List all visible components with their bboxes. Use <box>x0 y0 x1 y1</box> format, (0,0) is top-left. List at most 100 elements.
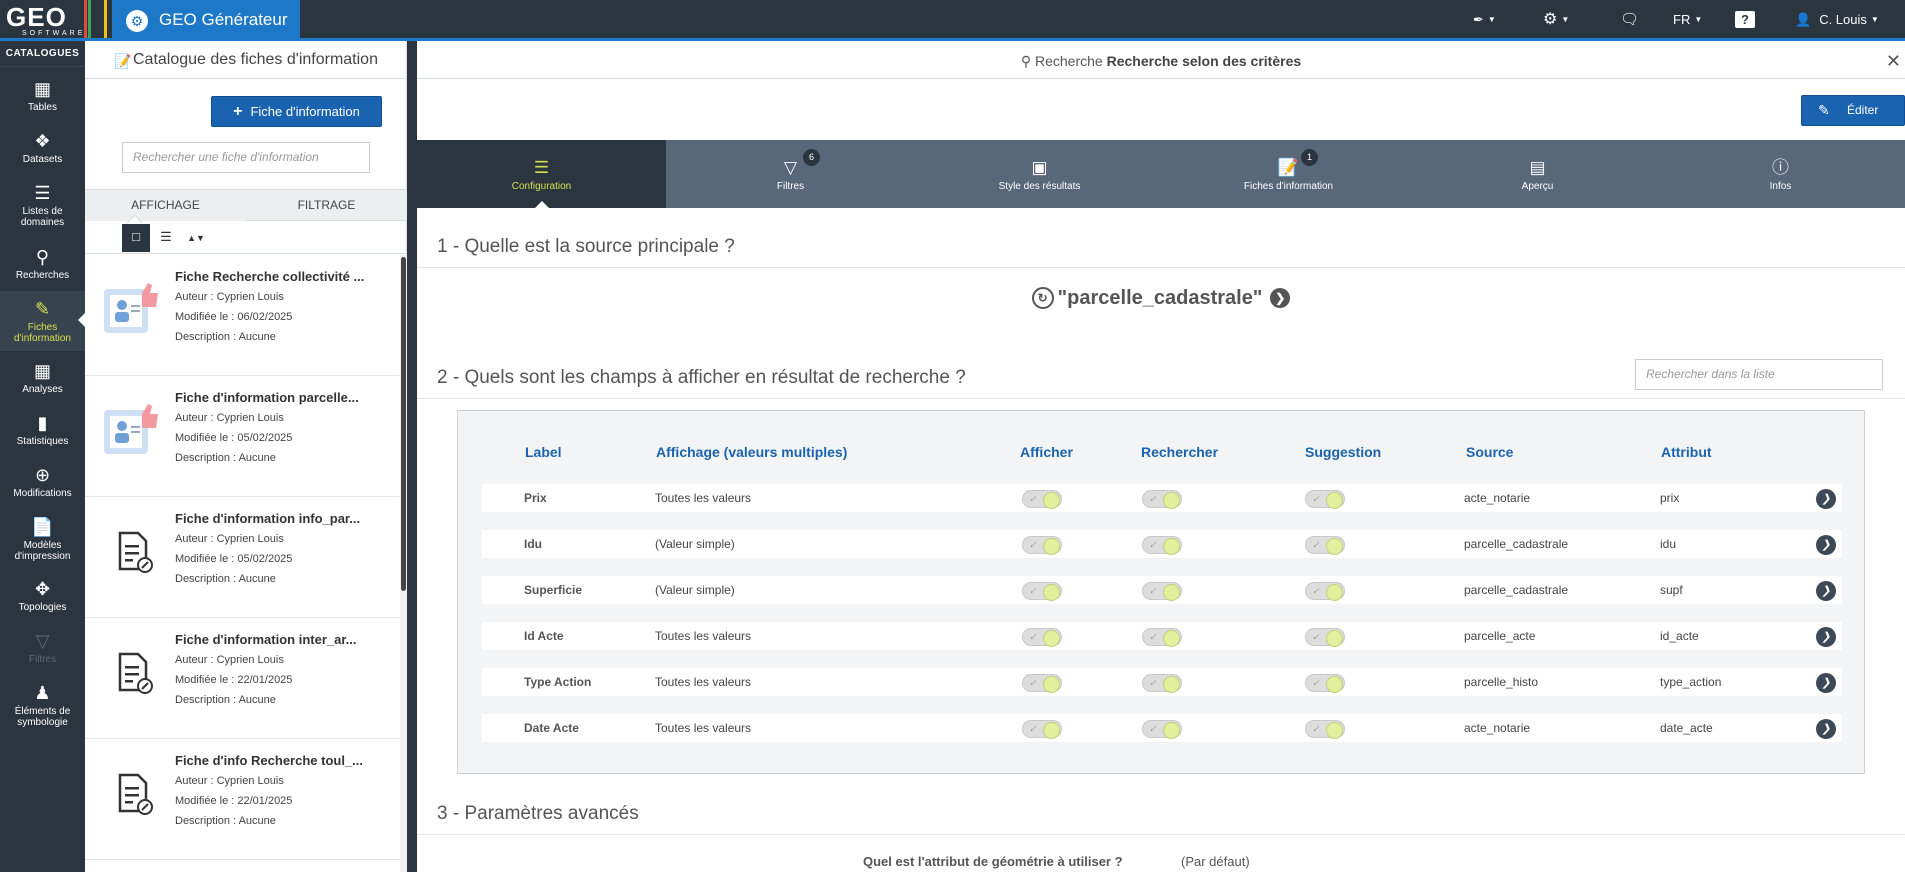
list-icon: ☰ <box>34 183 51 203</box>
nav-item-domain-lists[interactable]: ☰ Listes de domaines <box>0 183 85 228</box>
result-fields-table: Label Affichage (valeurs multiples) Affi… <box>457 410 1865 774</box>
step-info-sheets[interactable]: 📝 Fiches d'information 1 <box>1164 140 1413 208</box>
column-header-attribute: Attribut <box>1661 444 1712 460</box>
card-title: Fiche d'information parcelle... <box>175 390 359 405</box>
info-sheet-list: Fiche Recherche collectivité ... Auteur … <box>85 255 407 872</box>
card-description: Description : Aucune <box>175 694 276 706</box>
chevron-right-icon[interactable]: ❯ <box>1270 288 1291 308</box>
search-toggle[interactable] <box>1142 582 1182 601</box>
chevron-right-icon[interactable]: ❯ <box>1816 535 1836 555</box>
chevron-right-icon[interactable]: ❯ <box>1816 581 1836 601</box>
step-infos[interactable]: ⓘ Infos <box>1656 140 1905 208</box>
edit-button[interactable]: ✎ Éditer <box>1801 95 1905 126</box>
nav-item-symbology-elements[interactable]: ♟ Éléments de symbologie <box>0 683 85 728</box>
step-result-style[interactable]: ▣ Style des résultats <box>915 140 1164 208</box>
nav-item-info-sheets[interactable]: ✎ Fiches d'information <box>0 291 85 351</box>
catalogue-scrollbar[interactable] <box>400 255 407 872</box>
search-toggle[interactable] <box>1142 628 1182 647</box>
nav-item-modifications[interactable]: ⊕ Modifications <box>0 465 85 499</box>
search-toggle[interactable] <box>1142 674 1182 693</box>
chevron-right-icon[interactable]: ❯ <box>1816 673 1836 693</box>
nav-item-label: Datasets <box>22 154 63 165</box>
caret-down-icon: ▼ <box>1561 15 1570 24</box>
search-toggle[interactable] <box>1142 490 1182 509</box>
show-toggle[interactable] <box>1022 628 1062 647</box>
brush-menu-button[interactable]: ✒ ▼ <box>1473 0 1496 38</box>
info-sheet-card[interactable]: Fiche Recherche collectivité ... Auteur … <box>85 255 407 376</box>
info-sheet-card[interactable]: Fiche d'information parcelle... Auteur :… <box>85 376 407 497</box>
user-admin-menu-button[interactable]: ⚙ ▼ <box>1543 0 1569 38</box>
nav-item-label: Listes de domaines <box>20 206 65 228</box>
show-toggle[interactable] <box>1022 490 1062 509</box>
step-label: Aperçu <box>1521 181 1554 192</box>
table-row[interactable]: Idu (Valeur simple) parcelle_cadastrale … <box>482 530 1842 558</box>
step-preview[interactable]: ▤ Aperçu <box>1413 140 1662 208</box>
app-title[interactable]: ⚙ GEO Générateur <box>112 0 300 38</box>
sort-button[interactable]: ▲▼ <box>182 224 210 252</box>
chat-button[interactable]: 🗨 <box>1620 0 1639 38</box>
info-sheet-card[interactable]: Fiche d'info Recherche toul_... Auteur :… <box>85 739 407 860</box>
table-row[interactable]: Superficie (Valeur simple) parcelle_cada… <box>482 576 1842 604</box>
nav-item-datasets[interactable]: ❖ Datasets <box>0 131 85 165</box>
step-configuration[interactable]: ☰ Configuration <box>417 140 666 208</box>
show-toggle[interactable] <box>1022 674 1062 693</box>
chevron-right-icon[interactable]: ❯ <box>1816 719 1836 739</box>
pdf-icon: 📄 <box>31 517 54 537</box>
list-search-input[interactable]: Rechercher dans la liste <box>1635 359 1883 390</box>
tab-display[interactable]: AFFICHAGE <box>85 190 246 221</box>
step-filters[interactable]: ▽ Filtres 6 <box>666 140 915 208</box>
nav-item-statistics[interactable]: ▮ Statistiques <box>0 413 85 447</box>
chevron-right-icon[interactable]: ❯ <box>1816 489 1836 509</box>
nav-item-searches[interactable]: ⚲ Recherches <box>0 247 85 281</box>
sort-icon: ▲▼ <box>187 233 205 243</box>
list-view-button[interactable]: ☰ <box>152 224 180 252</box>
search-toggle[interactable] <box>1142 536 1182 555</box>
suggestion-toggle[interactable] <box>1305 720 1345 739</box>
card-view-button[interactable]: □ <box>122 224 150 252</box>
nav-item-print-templates[interactable]: 📄 Modèles d'impression <box>0 517 85 562</box>
nav-item-label: Tables <box>28 102 57 113</box>
card-author: Auteur : Cyprien Louis <box>175 654 284 666</box>
search-toggle[interactable] <box>1142 720 1182 739</box>
suggestion-toggle[interactable] <box>1305 536 1345 555</box>
info-sheet-search-input[interactable]: Rechercher une fiche d'information <box>122 142 370 173</box>
suggestion-toggle[interactable] <box>1305 628 1345 647</box>
table-row[interactable]: Type Action Toutes les valeurs parcelle_… <box>482 668 1842 696</box>
nav-item-topologies[interactable]: ✥ Topologies <box>0 579 85 613</box>
show-toggle[interactable] <box>1022 582 1062 601</box>
column-header-source: Source <box>1466 444 1514 460</box>
nav-item-label: Topologies <box>18 602 67 613</box>
suggestion-toggle[interactable] <box>1305 490 1345 509</box>
geo-logo[interactable]: GEO SOFTWARE <box>6 4 82 37</box>
help-button[interactable]: ? <box>1735 0 1755 38</box>
card-title: Fiche d'information inter_ar... <box>175 632 357 647</box>
scrollbar-thumb[interactable] <box>401 257 406 591</box>
nav-item-analyses[interactable]: ▦ Analyses <box>0 361 85 395</box>
user-menu-button[interactable]: 👤 C. Louis ▼ <box>1795 0 1879 38</box>
tab-filter[interactable]: FILTRAGE <box>246 190 407 221</box>
field-source: parcelle_acte <box>1464 629 1536 643</box>
language-label: FR <box>1673 12 1691 27</box>
panel-divider[interactable] <box>407 41 417 872</box>
suggestion-toggle[interactable] <box>1305 582 1345 601</box>
nav-item-tables[interactable]: ▦ Tables <box>0 79 85 113</box>
close-icon[interactable]: ✕ <box>1886 41 1901 81</box>
suggestion-toggle[interactable] <box>1305 674 1345 693</box>
header-title: Recherche selon des critères <box>1106 53 1302 69</box>
show-toggle[interactable] <box>1022 720 1062 739</box>
stamp-icon: ♟ <box>34 683 51 703</box>
language-menu-button[interactable]: FR ▼ <box>1673 0 1702 38</box>
chevron-right-icon[interactable]: ❯ <box>1816 627 1836 647</box>
info-sheet-card[interactable]: Fiche d'information inter_ar... Auteur :… <box>85 618 407 739</box>
info-sheet-card[interactable]: Fiche d'information info_par... Auteur :… <box>85 497 407 618</box>
new-info-sheet-button[interactable]: + Fiche d'information <box>211 96 382 127</box>
table-row[interactable]: Prix Toutes les valeurs acte_notarie pri… <box>482 484 1842 512</box>
show-toggle[interactable] <box>1022 536 1062 555</box>
card-title: Fiche d'information info_par... <box>175 511 361 526</box>
table-row[interactable]: Date Acte Toutes les valeurs acte_notari… <box>482 714 1842 742</box>
geometry-attribute-label: Quel est l'attribut de géométrie à utili… <box>863 854 1123 869</box>
geometry-attribute-select[interactable]: (Par défaut) <box>1181 854 1250 869</box>
table-row[interactable]: Id Acte Toutes les valeurs parcelle_acte… <box>482 622 1842 650</box>
nav-item-label: Recherches <box>15 270 70 281</box>
source-name: "parcelle_cadastrale" <box>1057 287 1263 309</box>
